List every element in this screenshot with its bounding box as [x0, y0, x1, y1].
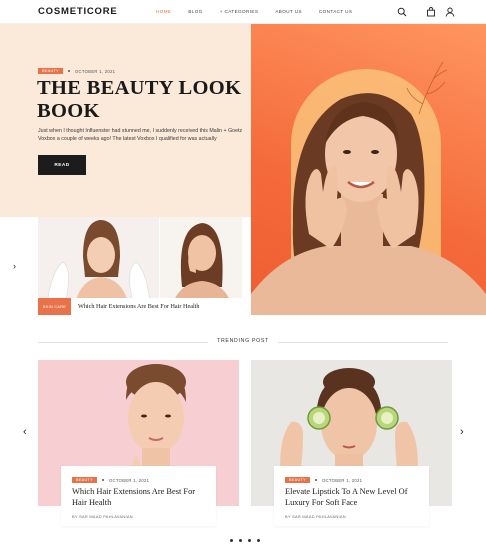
nav-blog[interactable]: BLOG — [188, 9, 202, 14]
card-1-title[interactable]: Which Hair Extensions Are Best For Hair … — [72, 486, 212, 508]
meta-separator — [102, 479, 104, 481]
card-1-category-tag[interactable]: BEAUTY — [72, 477, 97, 483]
trending-next-arrow[interactable]: › — [460, 427, 464, 438]
hero-description: Just when I thought Influenster had stun… — [38, 128, 243, 143]
pager-dot-3[interactable] — [248, 539, 251, 542]
read-button[interactable]: READ — [38, 155, 86, 175]
card-2-title[interactable]: Elevate Lipstick To A New Level Of Luxur… — [285, 486, 425, 508]
mini-slider-prev-arrow[interactable]: › — [13, 261, 16, 271]
pager-dot-2[interactable] — [239, 539, 242, 542]
pager-dot-1[interactable] — [230, 539, 233, 542]
meta-separator — [68, 70, 70, 72]
card-1-date: OCTOBER 1, 2021 — [109, 477, 150, 483]
search-icon[interactable] — [397, 7, 407, 17]
hero-photo-illustration — [251, 61, 486, 315]
hero-category-tag[interactable]: BEAUTY — [38, 68, 63, 74]
nav-about-us[interactable]: ABOUT US — [275, 9, 302, 14]
meta-separator — [315, 479, 317, 481]
main-nav: HOME BLOG + CATEGORIES ABOUT US CONTACT … — [156, 9, 369, 14]
card-2-meta: BEAUTY OCTOBER 1, 2021 — [285, 477, 362, 483]
mini-slide-caption: SKIN CARE Which Hair Extensions Are Best… — [38, 298, 242, 315]
hero-date: OCTOBER 1, 2021 — [75, 68, 116, 74]
mini-category-tag[interactable]: SKIN CARE — [38, 298, 71, 315]
trending-pagination — [230, 539, 260, 542]
hero-meta: BEAUTY OCTOBER 1, 2021 — [38, 68, 115, 74]
trending-title: TRENDING POST — [217, 338, 269, 344]
card-2-category-tag[interactable]: BEAUTY — [285, 477, 310, 483]
card-1-author[interactable]: BY SAR MAAD PAHLAVANIAN — [72, 514, 133, 519]
card-1-meta: BEAUTY OCTOBER 1, 2021 — [72, 477, 149, 483]
card-2-author[interactable]: BY SAR MAAD PAHLAVANIAN — [285, 514, 346, 519]
mini-slide-title[interactable]: Which Hair Extensions Are Best For Hair … — [78, 303, 200, 310]
nav-contact-us[interactable]: CONTACT US — [319, 9, 352, 14]
user-icon[interactable] — [445, 7, 455, 17]
hero-image — [251, 24, 486, 315]
trending-card-2: BEAUTY OCTOBER 1, 2021 Elevate Lipstick … — [274, 466, 429, 526]
bag-icon[interactable] — [426, 7, 436, 17]
site-header: COSMETICORE HOME BLOG + CATEGORIES ABOUT… — [0, 0, 486, 24]
trending-heading: TRENDING POST — [0, 337, 486, 347]
nav-home[interactable]: HOME — [156, 9, 171, 14]
pager-dot-4[interactable] — [257, 539, 260, 542]
card-2-date: OCTOBER 1, 2021 — [322, 477, 363, 483]
site-logo[interactable]: COSMETICORE — [38, 6, 118, 17]
heading-divider-right — [278, 342, 448, 343]
nav-categories[interactable]: + CATEGORIES — [220, 9, 259, 14]
trending-card-1: BEAUTY OCTOBER 1, 2021 Which Hair Extens… — [61, 466, 216, 526]
trending-prev-arrow[interactable]: ‹ — [23, 427, 27, 438]
hero-title: THE BEAUTY LOOK BOOK — [37, 77, 242, 122]
